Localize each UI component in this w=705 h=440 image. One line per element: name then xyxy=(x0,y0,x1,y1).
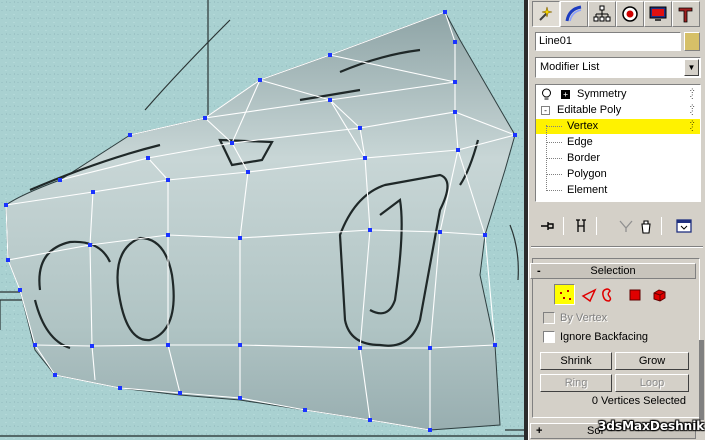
tree-line xyxy=(546,125,547,191)
stack-item-label: Editable Poly xyxy=(557,104,622,116)
object-name-field[interactable]: Line01 xyxy=(535,32,681,51)
stack-item-edge[interactable]: Edge xyxy=(536,135,700,150)
stack-toolbar xyxy=(535,215,701,237)
modifier-list-value: Modifier List xyxy=(540,61,600,73)
panel-divider xyxy=(531,246,703,248)
polygon-mode-button[interactable] xyxy=(624,284,645,305)
sub-object-dots-icon: ·:· ·: xyxy=(689,86,694,101)
stack-item-label: Vertex xyxy=(567,120,599,132)
stack-item-border[interactable]: Border xyxy=(536,151,700,166)
checkbox-label: By Vertex xyxy=(560,312,608,324)
expand-icon[interactable]: + xyxy=(561,90,570,99)
show-end-result-button[interactable] xyxy=(570,215,592,237)
border-mode-button[interactable] xyxy=(596,284,617,305)
sub-object-dots-icon: ·:· ·: xyxy=(689,102,694,117)
pin-stack-button[interactable] xyxy=(537,215,559,237)
loop-button[interactable]: Loop xyxy=(615,374,689,392)
tree-branch xyxy=(547,158,562,159)
element-mode-icon xyxy=(653,288,665,302)
watermark: 3dsMaxDeshnik xyxy=(598,419,705,433)
rollout-title: Selection xyxy=(590,265,636,277)
remove-modifier-button[interactable] xyxy=(635,215,657,237)
tab-create[interactable] xyxy=(532,1,560,27)
checkbox-box[interactable] xyxy=(543,331,555,343)
pin-icon xyxy=(541,222,554,230)
viewport-scene xyxy=(0,0,527,440)
grow-button[interactable]: Grow xyxy=(615,352,689,370)
separator xyxy=(563,217,564,235)
perspective-viewport[interactable] xyxy=(0,0,527,440)
selection-mode-buttons xyxy=(554,284,674,306)
stack-item-label: Border xyxy=(567,152,601,164)
tab-utilities[interactable] xyxy=(672,1,700,27)
stack-item-symmetry[interactable]: + Symmetry ·:· ·: xyxy=(536,87,700,102)
command-panel-tabs xyxy=(529,0,705,28)
utilities-icon xyxy=(678,7,693,23)
tab-display[interactable] xyxy=(644,1,672,27)
motion-icon xyxy=(622,6,638,22)
tab-modify[interactable] xyxy=(560,1,588,27)
tree-branch xyxy=(547,126,562,127)
ring-button[interactable]: Ring xyxy=(540,374,612,392)
ignore-backfacing-checkbox[interactable]: Ignore Backfacing xyxy=(543,330,693,346)
edge-mode-icon xyxy=(581,287,597,302)
display-icon xyxy=(649,6,667,21)
by-vertex-checkbox[interactable]: By Vertex xyxy=(543,311,693,327)
stack-item-label: Edge xyxy=(567,136,593,148)
modifier-stack[interactable]: + Symmetry ·:· ·: - Editable Poly ·:· ·: V… xyxy=(535,84,701,202)
checkbox-box[interactable] xyxy=(543,312,555,324)
polygon-mode-icon xyxy=(629,289,640,300)
shrink-button[interactable]: Shrink xyxy=(540,352,612,370)
selection-rollout-header[interactable]: - Selection xyxy=(530,263,696,279)
tab-hierarchy[interactable] xyxy=(588,1,616,27)
lightbulb-icon[interactable] xyxy=(541,88,552,101)
stack-item-label: Element xyxy=(567,184,608,196)
tab-motion[interactable] xyxy=(616,1,644,27)
tree-branch xyxy=(547,190,562,191)
tree-branch xyxy=(547,142,562,143)
chevron-down-icon[interactable]: ▼ xyxy=(684,59,699,76)
separator xyxy=(661,217,662,235)
modify-icon xyxy=(565,5,582,22)
panel-scrollbar[interactable] xyxy=(699,340,704,420)
stack-item-label: Symmetry xyxy=(577,88,627,100)
stack-item-polygon[interactable]: Polygon xyxy=(536,167,700,182)
stack-item-element[interactable]: Element xyxy=(536,183,700,198)
tree-branch xyxy=(547,174,562,175)
vertex-mode-icon xyxy=(559,289,571,300)
make-unique-button[interactable] xyxy=(615,215,637,237)
create-icon xyxy=(539,6,553,21)
element-mode-button[interactable] xyxy=(648,284,669,305)
separator xyxy=(596,217,597,235)
modifier-list-dropdown[interactable]: Modifier List ▼ xyxy=(535,57,701,78)
sub-object-dots-icon: ·:· ·: xyxy=(689,118,694,133)
collapse-icon[interactable]: - xyxy=(541,106,550,115)
configure-modifier-sets-button[interactable] xyxy=(673,215,695,237)
selection-status: 0 Vertices Selected xyxy=(591,395,686,407)
stack-item-editable-poly[interactable]: - Editable Poly ·:· ·: xyxy=(536,103,700,118)
stack-item-label: Polygon xyxy=(567,168,607,180)
remove-modifier-icon xyxy=(641,220,651,234)
border-mode-icon xyxy=(601,287,611,302)
make-unique-icon xyxy=(619,220,633,232)
rollout-toggle: + xyxy=(536,425,543,437)
checkbox-label: Ignore Backfacing xyxy=(560,331,649,343)
object-color-swatch[interactable] xyxy=(684,32,700,51)
stack-item-vertex[interactable]: Vertex ·:· ·: xyxy=(536,119,700,134)
hierarchy-icon xyxy=(593,5,611,22)
end-result-icon xyxy=(576,219,586,232)
vertex-mode-button[interactable] xyxy=(554,284,575,305)
configure-icon xyxy=(676,219,692,233)
